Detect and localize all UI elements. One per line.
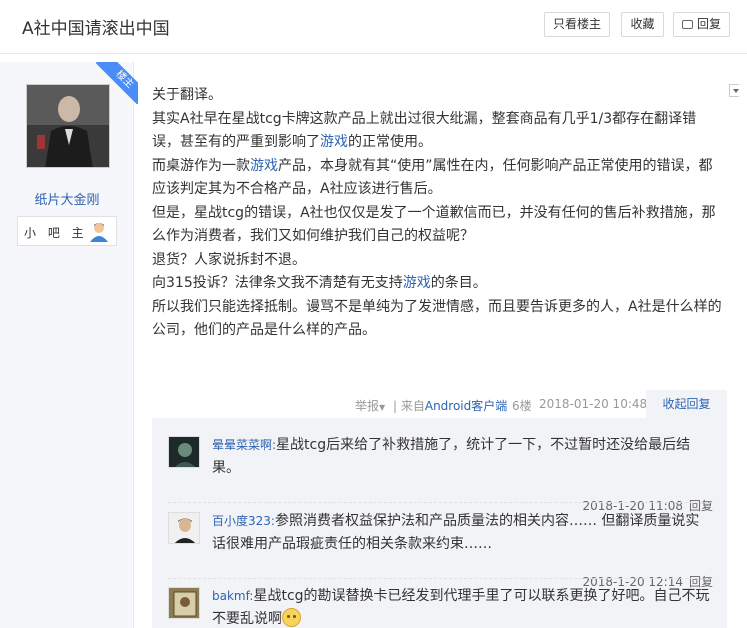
author-sidebar: 楼主 纸片大金刚 小 吧 主 <box>0 62 138 628</box>
reply-user[interactable]: bakmf: <box>212 589 253 603</box>
post-content: 关于翻译。其实A社早在星战tcg卡牌这款产品上就出过很大纰漏，整套商品有几乎1/… <box>152 84 722 343</box>
reply-text: 百小度323:参照消费者权益保护法和产品质量法的相关内容…… 但翻译质量说实话很… <box>212 510 712 556</box>
thread-title: A社中国请滚出中国 <box>22 19 170 39</box>
collapse-replies-button[interactable]: 收起回复 <box>646 390 727 418</box>
reply-text: 晕晕菜菜啊:星战tcg后来给了补救措施了，统计了一下，不过暂时还没给最后结果。 <box>212 434 712 480</box>
chevron-down-icon: ▼ <box>379 403 386 412</box>
scrollbar[interactable] <box>739 60 747 628</box>
post-paragraph: 但是，星战tcg的错误，A社也仅仅是发了一个道歉信而已，并没有任何的售后补救措施… <box>152 204 716 245</box>
reply-button-label: 回复 <box>696 17 721 31</box>
divider <box>168 578 713 579</box>
floor-number: 6楼 <box>512 399 532 413</box>
keyword-link[interactable]: 游戏 <box>250 158 278 174</box>
post-paragraph: 关于翻译。 <box>152 87 222 103</box>
report-link[interactable]: 举报▼ <box>355 397 385 413</box>
avatar-image <box>169 588 199 618</box>
reply-body: 星战tcg后来给了补救措施了，统计了一下，不过暂时还没给最后结果。 <box>212 437 691 476</box>
post-paragraph: 而桌游作为一款游戏产品，本身就有其“使用”属性在内，任何影响产品正常使用的错误，… <box>152 157 713 198</box>
source-prefix: | 来自 <box>393 399 425 413</box>
post-paragraph: 所以我们只能选择抵制。谩骂不是单纯为了发泄情感，而且要告诉更多的人，A社是什么样… <box>152 298 722 339</box>
author-name[interactable]: 纸片大金刚 <box>0 189 134 208</box>
source-link[interactable]: Android客户端 <box>425 399 507 413</box>
comment-icon <box>681 20 693 29</box>
reply-list: 晕晕菜菜啊:星战tcg后来给了补救措施了，统计了一下，不过暂时还没给最后结果。 … <box>152 418 727 628</box>
post-paragraph: 其实A社早在星战tcg卡牌这款产品上就出过很大纰漏，整套商品有几乎1/3都存在翻… <box>152 110 697 151</box>
divider <box>168 502 713 503</box>
avatar[interactable] <box>168 436 200 468</box>
post-paragraph: 退货？人家说拆封不退。 <box>152 251 306 268</box>
smile-emoji-icon <box>282 608 301 627</box>
post-paragraph: 向315投诉？法律条文我不清楚有无支持游戏的条目。 <box>152 275 487 291</box>
avatar-image <box>27 85 109 167</box>
avatar[interactable] <box>168 512 200 544</box>
reply-user[interactable]: 晕晕菜菜啊: <box>212 438 276 452</box>
avatar-image <box>169 513 199 543</box>
reply-button[interactable]: 回复 <box>673 12 730 37</box>
post-source: | 来自Android客户端 <box>393 397 507 413</box>
reply-text: bakmf:星战tcg的勘误替换卡已经发到代理手里了可以联系更换了好吧。自己不玩… <box>212 585 712 628</box>
avatar[interactable] <box>168 587 200 619</box>
reply-body: 参照消费者权益保护法和产品质量法的相关内容…… 但翻译质量说实话很难用产品瑕疵责… <box>212 513 700 552</box>
keyword-link[interactable]: 游戏 <box>403 275 431 291</box>
favorite-button[interactable]: 收藏 <box>621 12 664 37</box>
post-timestamp: 2018-01-20 10:48 <box>539 397 648 411</box>
only-author-button[interactable]: 只看楼主 <box>544 12 610 37</box>
avatar[interactable] <box>26 84 110 168</box>
thread-header: A社中国请滚出中国 只看楼主 收藏 回复 <box>0 0 747 54</box>
keyword-link[interactable]: 游戏 <box>320 134 348 150</box>
user-icon <box>90 223 108 242</box>
rank-label: 小 吧 主 <box>24 226 88 240</box>
rank-badge: 小 吧 主 <box>17 216 117 246</box>
report-label: 举报 <box>355 399 380 413</box>
avatar-image <box>169 437 199 467</box>
reply-user[interactable]: 百小度323: <box>212 514 275 528</box>
